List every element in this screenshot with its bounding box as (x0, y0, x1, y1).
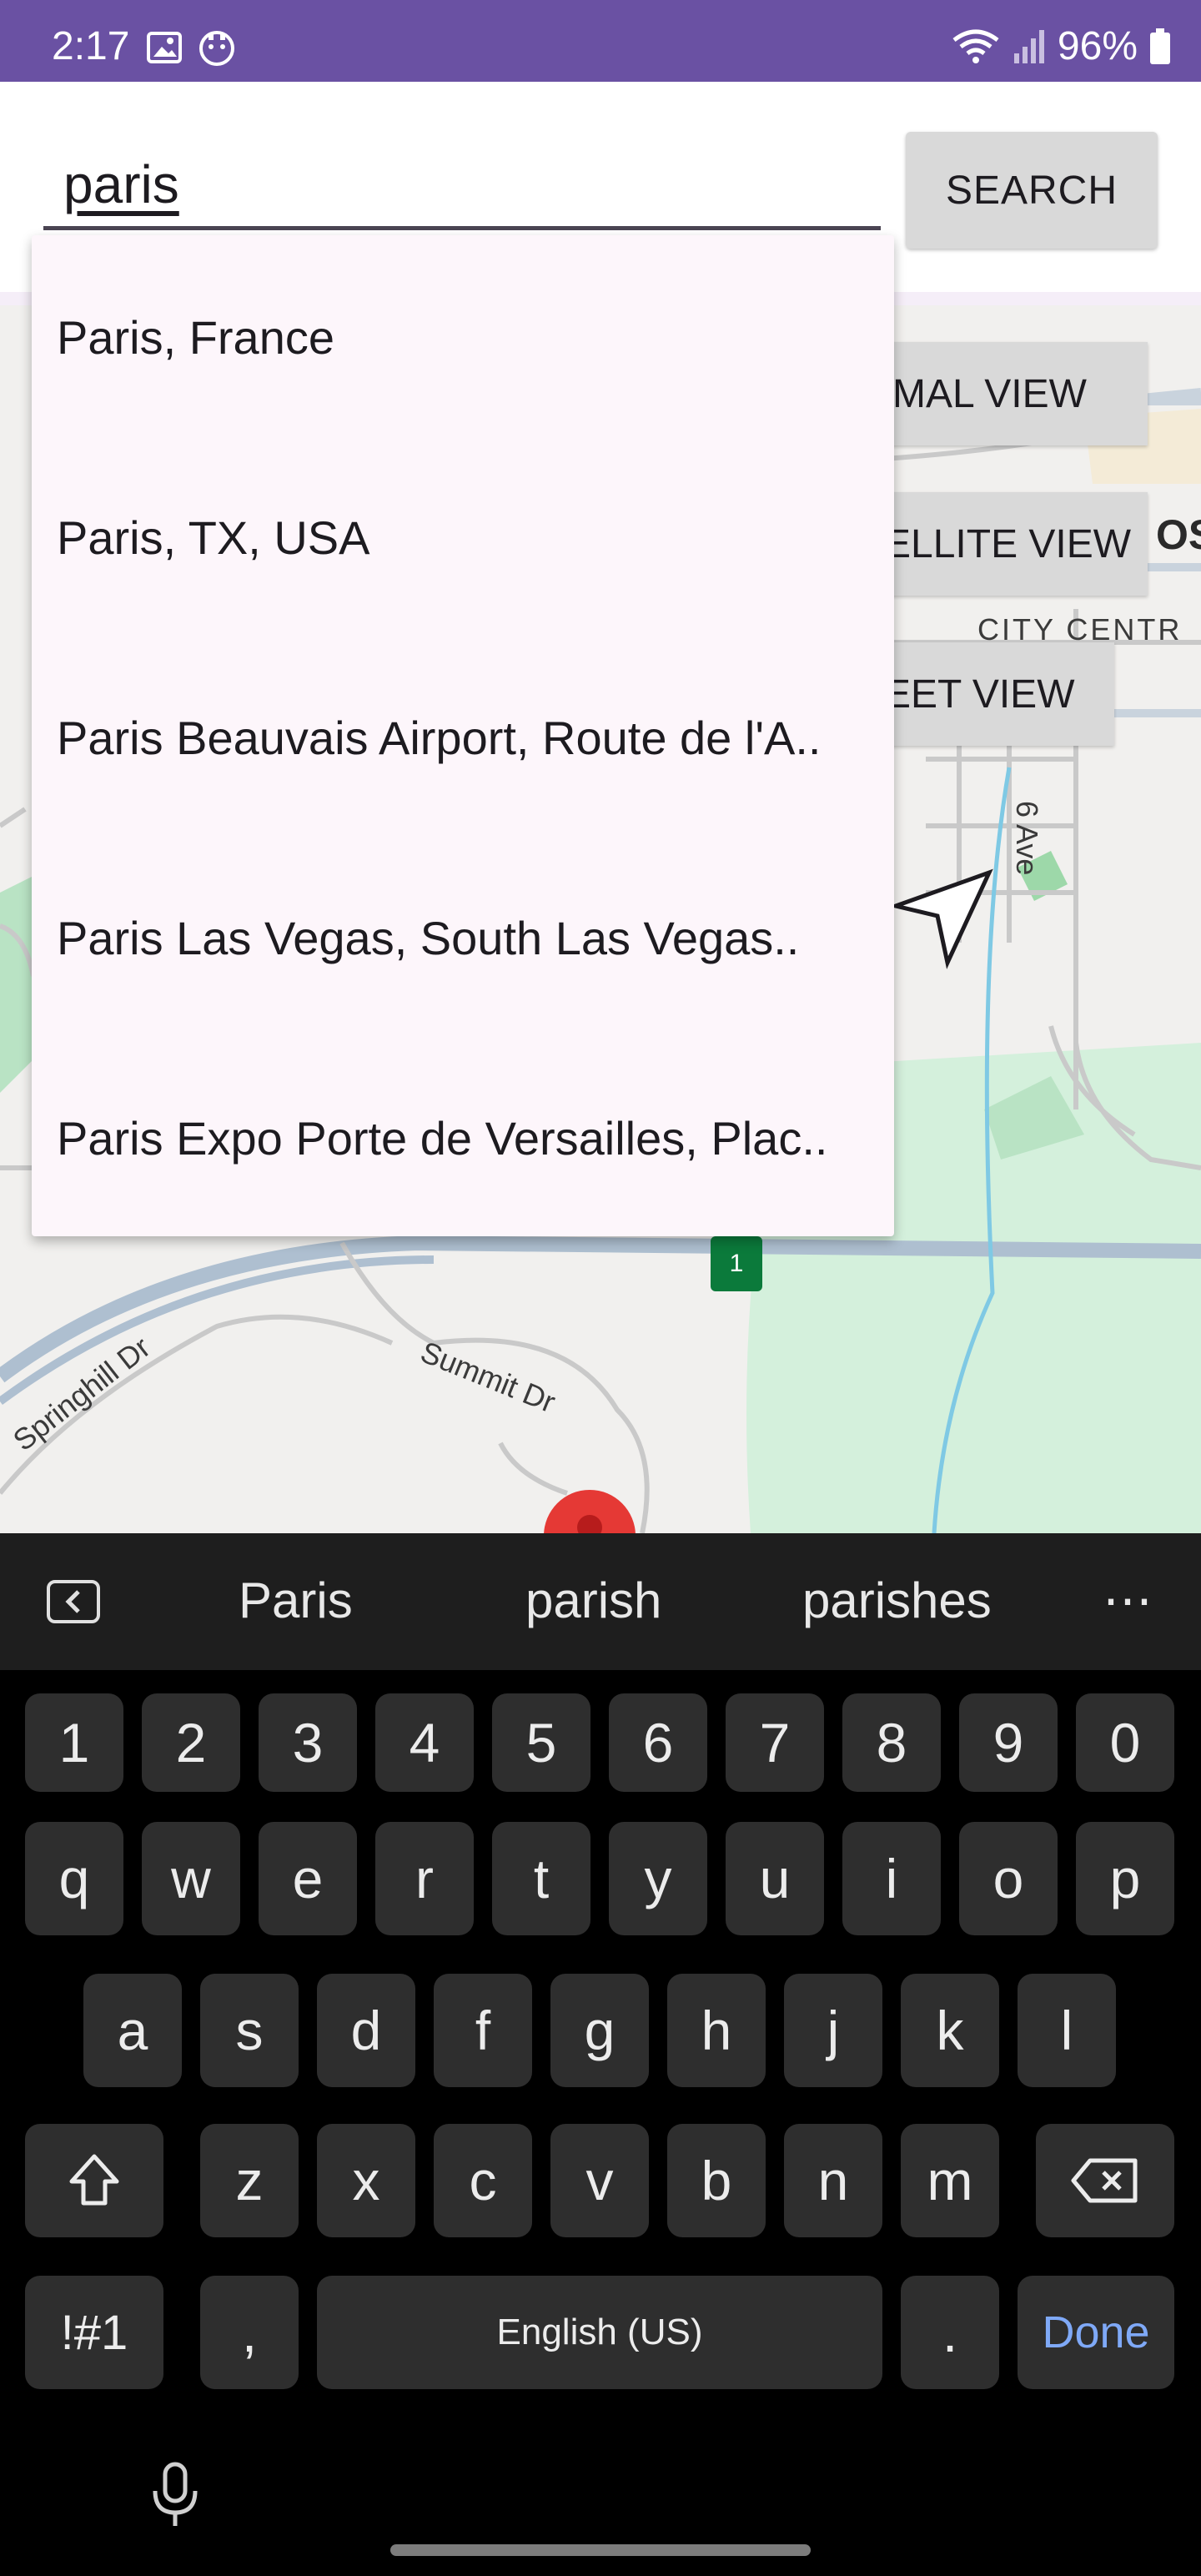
signal-icon (1013, 29, 1044, 63)
map-label-city-centre: CITY CENTR (977, 612, 1183, 647)
battery-icon (1150, 28, 1170, 64)
more-options-icon[interactable]: ⋯ (1103, 1572, 1153, 1630)
key[interactable]: v (550, 2124, 649, 2237)
key[interactable]: g (550, 1974, 649, 2087)
image-icon (147, 32, 182, 63)
key[interactable]: u (726, 1822, 824, 1935)
suggestion-item[interactable]: Paris, France (57, 310, 891, 365)
status-bar: 2:17 96% (0, 0, 1201, 82)
suggestion-item[interactable]: Paris Las Vegas, South Las Vegas.. (57, 911, 891, 965)
key[interactable]: t (492, 1822, 590, 1935)
status-left-icons (147, 30, 235, 67)
key[interactable]: 4 (375, 1693, 474, 1792)
satellite-view-label: ELLITE VIEW (884, 521, 1132, 566)
route-badge-label: 1 (729, 1250, 744, 1277)
keyboard-suggestion[interactable]: parishes (802, 1572, 992, 1629)
key[interactable]: 8 (842, 1693, 941, 1792)
notification-face-icon (199, 31, 234, 66)
keyboard: Paris parish parishes ⋯ 1 2 3 4 5 6 7 8 … (0, 1533, 1201, 2576)
normal-view-button[interactable]: MAL VIEW (867, 342, 1148, 445)
key[interactable]: m (901, 2124, 999, 2237)
key[interactable]: p (1076, 1822, 1174, 1935)
map-marker-dot (577, 1515, 602, 1533)
comma-key[interactable]: , (200, 2276, 299, 2389)
key[interactable]: q (25, 1822, 123, 1935)
key[interactable]: 9 (959, 1693, 1058, 1792)
street-view-button[interactable]: EET VIEW (867, 642, 1114, 746)
wifi-icon (952, 29, 999, 63)
done-key[interactable]: Done (1018, 2276, 1174, 2389)
period-key[interactable]: . (901, 2276, 999, 2389)
keyboard-suggestion[interactable]: Paris (239, 1572, 353, 1629)
status-right: 96% (951, 23, 1171, 69)
key[interactable]: y (609, 1822, 707, 1935)
key[interactable]: 0 (1076, 1693, 1174, 1792)
key[interactable]: w (142, 1822, 240, 1935)
key[interactable]: 7 (726, 1693, 824, 1792)
symbols-key[interactable]: !#1 (25, 2276, 163, 2389)
key[interactable]: j (784, 1974, 882, 2087)
key[interactable]: l (1018, 1974, 1116, 2087)
keyboard-suggestion[interactable]: parish (525, 1572, 661, 1629)
key[interactable]: f (434, 1974, 532, 2087)
key[interactable]: r (375, 1822, 474, 1935)
suggestion-item[interactable]: Paris Beauvais Airport, Route de l'A.. (57, 711, 891, 765)
space-key[interactable]: English (US) (317, 2276, 882, 2389)
suggestion-item[interactable]: Paris Expo Porte de Versailles, Plac.. (57, 1111, 891, 1165)
map-label-six-ave: 6 Ave (1010, 801, 1044, 876)
key[interactable]: 6 (609, 1693, 707, 1792)
key[interactable]: 5 (492, 1693, 590, 1792)
satellite-view-button[interactable]: ELLITE VIEW (867, 492, 1148, 596)
key[interactable]: 2 (142, 1693, 240, 1792)
search-button[interactable]: SEARCH (906, 132, 1158, 249)
suggestions-dropdown: Paris, France Paris, TX, USA Paris Beauv… (32, 235, 894, 1236)
key[interactable]: d (317, 1974, 415, 2087)
suggestion-item[interactable]: Paris, TX, USA (57, 511, 891, 565)
normal-view-label: MAL VIEW (892, 371, 1087, 416)
key[interactable]: s (200, 1974, 299, 2087)
key[interactable]: 3 (259, 1693, 357, 1792)
shift-key[interactable] (25, 2124, 163, 2237)
search-input[interactable]: paris (43, 147, 881, 230)
backspace-icon (1071, 2158, 1138, 2203)
map-label-partial: OS (1156, 511, 1201, 558)
street-view-label: EET VIEW (884, 672, 1075, 717)
key[interactable]: z (200, 2124, 299, 2237)
key[interactable]: 1 (25, 1693, 123, 1792)
key[interactable]: x (317, 2124, 415, 2237)
key[interactable]: a (83, 1974, 182, 2087)
key[interactable]: e (259, 1822, 357, 1935)
keyboard-suggestion-bar: Paris parish parishes ⋯ (0, 1533, 1201, 1670)
key[interactable]: h (667, 1974, 766, 2087)
keyboard-collapse-icon[interactable] (47, 1580, 100, 1623)
key[interactable]: k (901, 1974, 999, 2087)
key[interactable]: c (434, 2124, 532, 2237)
microphone-icon[interactable] (148, 2461, 202, 2529)
key[interactable]: i (842, 1822, 941, 1935)
route-badge-icon: 1 (711, 1236, 762, 1291)
status-time: 2:17 (52, 24, 130, 68)
key[interactable]: o (959, 1822, 1058, 1935)
key[interactable]: n (784, 2124, 882, 2237)
navigation-handle[interactable] (390, 2544, 811, 2556)
shift-icon (69, 2154, 119, 2206)
key[interactable]: b (667, 2124, 766, 2237)
battery-percentage: 96% (1057, 24, 1138, 68)
backspace-key[interactable] (1036, 2124, 1174, 2237)
